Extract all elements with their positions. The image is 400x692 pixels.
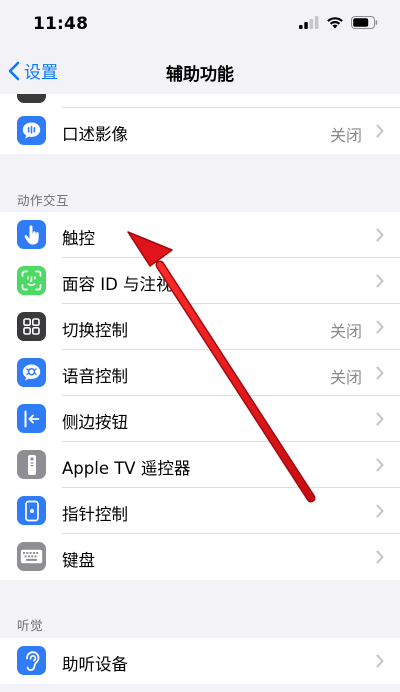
voice-wave-icon — [17, 358, 46, 387]
row-value: 关闭 — [329, 322, 362, 341]
interaction-group: 触控 面容 ID 与注视 切换控制 关闭 语音控制 关闭 侧边按钮 Apple … — [0, 212, 400, 580]
row-label: 触控 — [62, 229, 95, 248]
row-label: 助听设备 — [62, 655, 128, 674]
status-bar: 11:48 — [0, 0, 400, 50]
section-header-interaction: 动作交互 — [17, 193, 70, 208]
row-face-id[interactable]: 面容 ID 与注视 — [0, 258, 400, 304]
row-keyboard[interactable]: 键盘 — [0, 534, 400, 580]
side-button-icon — [17, 404, 46, 433]
status-icons — [299, 16, 378, 29]
speech-bubble-icon — [17, 116, 46, 145]
row-pointer-control[interactable]: 指针控制 — [0, 488, 400, 534]
page-title: 辅助功能 — [166, 65, 234, 85]
chevron-right-icon — [376, 504, 384, 518]
row-label: 切换控制 — [62, 321, 128, 340]
row-label: 面容 ID 与注视 — [62, 275, 173, 294]
navigation-bar: 设置 辅助功能 — [0, 50, 400, 94]
chevron-right-icon — [376, 124, 384, 138]
remote-icon — [17, 450, 46, 479]
partial-row[interactable] — [0, 94, 400, 108]
row-label: Apple TV 遥控器 — [62, 459, 191, 478]
status-time: 11:48 — [33, 14, 89, 34]
chevron-right-icon — [376, 654, 384, 668]
row-spoken-content[interactable]: 口述影像 关闭 — [0, 108, 400, 154]
row-label: 键盘 — [62, 551, 95, 570]
hearing-group: 助听设备 — [0, 638, 400, 684]
chevron-right-icon — [376, 412, 384, 426]
grid-icon — [17, 312, 46, 341]
row-side-button[interactable]: 侧边按钮 — [0, 396, 400, 442]
row-value: 关闭 — [329, 368, 362, 387]
pointer-icon — [17, 496, 46, 525]
vision-group: 口述影像 关闭 — [0, 108, 400, 154]
chevron-right-icon — [376, 320, 384, 334]
chevron-right-icon — [376, 550, 384, 564]
chevron-right-icon — [376, 366, 384, 380]
section-header-hearing: 听觉 — [17, 618, 44, 633]
row-touch[interactable]: 触控 — [0, 212, 400, 258]
row-label: 语音控制 — [62, 367, 128, 386]
cellular-signal-icon — [299, 16, 319, 29]
chevron-right-icon — [376, 228, 384, 242]
row-voice-control[interactable]: 语音控制 关闭 — [0, 350, 400, 396]
row-value: 关闭 — [329, 126, 362, 145]
row-hearing-devices[interactable]: 助听设备 — [0, 638, 400, 684]
hand-tap-icon — [17, 220, 46, 249]
row-label: 口述影像 — [62, 125, 128, 144]
battery-icon — [351, 16, 378, 29]
chevron-right-icon — [376, 458, 384, 472]
ear-icon — [17, 646, 46, 675]
row-switch-control[interactable]: 切换控制 关闭 — [0, 304, 400, 350]
cut-off-icon — [17, 94, 46, 103]
wifi-icon — [327, 17, 343, 29]
row-label: 侧边按钮 — [62, 413, 128, 432]
chevron-right-icon — [376, 274, 384, 288]
row-apple-tv-remote[interactable]: Apple TV 遥控器 — [0, 442, 400, 488]
row-label: 指针控制 — [62, 505, 128, 524]
keyboard-icon — [17, 542, 46, 571]
face-id-icon — [17, 266, 46, 295]
